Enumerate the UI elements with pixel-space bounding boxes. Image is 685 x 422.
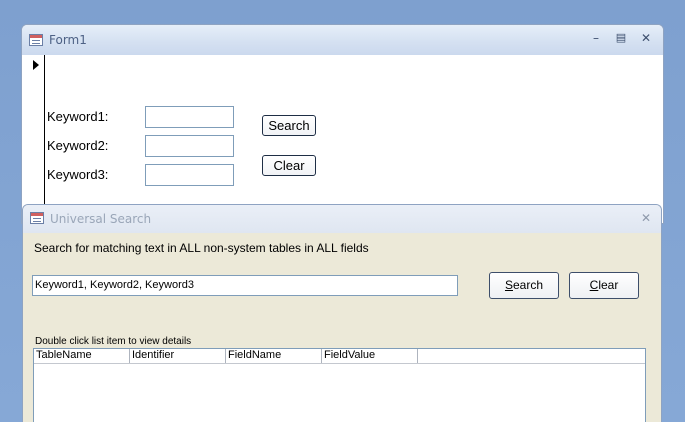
clear-button[interactable]: Clear — [569, 272, 639, 299]
keyword3-label: Keyword3: — [47, 167, 109, 182]
column-header-tablename[interactable]: TableName — [34, 349, 130, 363]
clear-button-label: lear — [598, 278, 619, 292]
record-selector[interactable] — [22, 55, 45, 223]
list-hint: Double click list item to view details — [35, 336, 192, 347]
universal-search-title: Universal Search — [50, 212, 152, 226]
search-description: Search for matching text in ALL non-syst… — [34, 241, 369, 255]
form1-detail: Keyword1: Keyword2: Keyword3: Search Cle… — [45, 55, 659, 223]
close-icon[interactable]: ✕ — [639, 31, 653, 45]
form-icon — [30, 212, 44, 224]
form1-search-button[interactable]: Search — [262, 115, 316, 136]
maximize-icon[interactable]: ▤ — [614, 31, 628, 45]
column-header-fieldname[interactable]: FieldName — [226, 349, 322, 363]
search-button[interactable]: Search — [489, 272, 559, 299]
keyword2-input[interactable] — [145, 135, 234, 157]
search-button-hotkey: S — [504, 278, 513, 292]
form1-title: Form1 — [49, 33, 87, 47]
form1-clear-button[interactable]: Clear — [262, 155, 316, 176]
form1-title-bar[interactable]: Form1 – ▤ ✕ — [22, 25, 663, 55]
form-icon — [29, 34, 43, 46]
keyword1-input[interactable] — [145, 106, 234, 128]
search-button-label: earch — [512, 278, 544, 292]
keyword3-input[interactable] — [145, 164, 234, 186]
search-text-input[interactable]: Keyword1, Keyword2, Keyword3 — [32, 275, 458, 296]
keyword2-label: Keyword2: — [47, 138, 109, 153]
universal-search-title-bar[interactable]: Universal Search ✕ — [23, 205, 661, 233]
column-header-fieldvalue[interactable]: FieldValue — [322, 349, 418, 363]
universal-search-window: Universal Search ✕ Search for matching t… — [22, 204, 662, 422]
form1-window: Form1 – ▤ ✕ Keyword1: Keyword2: Keyword3… — [21, 24, 664, 224]
close-icon[interactable]: ✕ — [639, 211, 653, 225]
keyword1-label: Keyword1: — [47, 109, 109, 124]
results-list[interactable]: TableName Identifier FieldName FieldValu… — [33, 348, 646, 422]
minimize-icon[interactable]: – — [589, 31, 603, 45]
results-list-header: TableName Identifier FieldName FieldValu… — [34, 349, 645, 364]
column-header-identifier[interactable]: Identifier — [130, 349, 226, 363]
record-pointer-icon — [33, 60, 39, 70]
